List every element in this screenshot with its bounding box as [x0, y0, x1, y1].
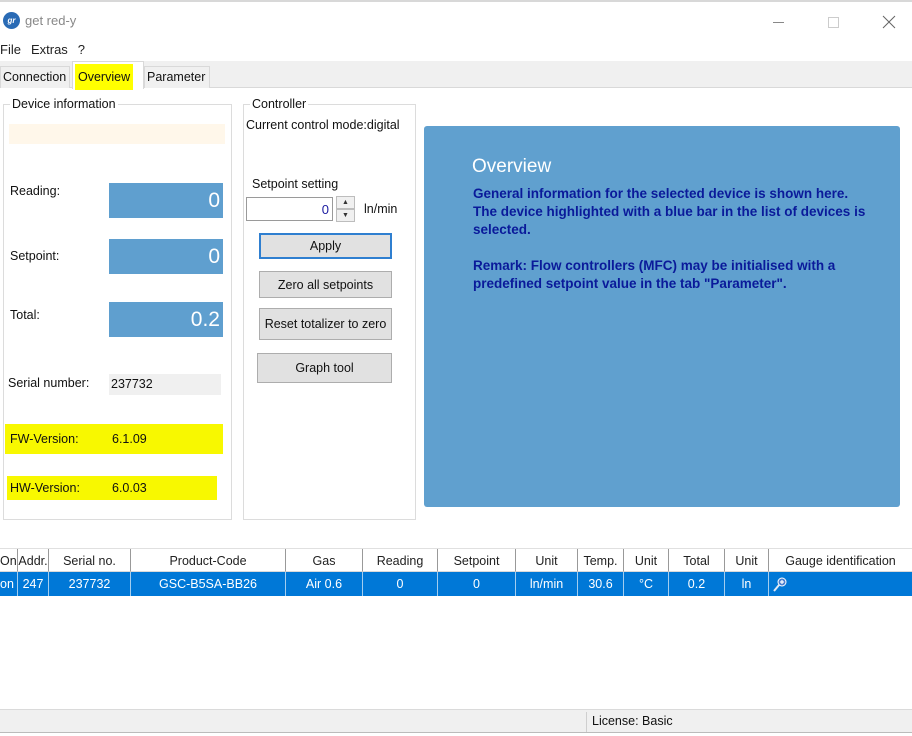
- cell-gas: Air 0.6: [286, 572, 363, 596]
- col-reading[interactable]: Reading: [363, 549, 438, 572]
- reading-label: Reading:: [10, 184, 61, 198]
- cell-on: on: [0, 572, 18, 596]
- menu-help[interactable]: ?: [78, 42, 91, 57]
- cell-unit-temp: °C: [624, 572, 669, 596]
- col-product-code[interactable]: Product-Code: [131, 549, 286, 572]
- title-bar: gr get red-y: [0, 0, 912, 38]
- cell-unit-total: ln: [725, 572, 769, 596]
- arrow-down-icon: ▼: [342, 212, 349, 219]
- table-header: On Addr. Serial no. Product-Code Gas Rea…: [0, 548, 912, 572]
- help-line-general: General information for the selected dev…: [473, 186, 849, 201]
- col-temp[interactable]: Temp.: [578, 549, 624, 572]
- cell-addr: 247: [18, 572, 49, 596]
- menu-extras[interactable]: Extras: [31, 42, 74, 57]
- setpoint-value: 0: [109, 239, 223, 274]
- fw-version-value: 6.1.09: [112, 432, 147, 446]
- spin-up-button[interactable]: ▲: [336, 196, 355, 209]
- col-gas[interactable]: Gas: [286, 549, 363, 572]
- tab-parameter[interactable]: Parameter: [144, 66, 210, 88]
- col-gauge-identification[interactable]: Gauge identification: [769, 549, 912, 572]
- cell-gauge-identification: [769, 572, 912, 596]
- arrow-up-icon: ▲: [342, 199, 349, 206]
- cell-serial: 237732: [49, 572, 131, 596]
- device-information-group: Device information Reading: 0 Setpoint: …: [3, 97, 232, 520]
- serial-number-label: Serial number:: [8, 376, 90, 390]
- fw-version-label: FW-Version:: [10, 432, 79, 446]
- help-body: General information for the selected dev…: [473, 185, 883, 293]
- zero-all-setpoints-button[interactable]: Zero all setpoints: [259, 271, 392, 298]
- reading-value: 0: [109, 183, 223, 218]
- cell-reading: 0: [363, 572, 438, 596]
- device-information-title: Device information: [10, 97, 118, 111]
- menu-bar: File Extras ?: [0, 38, 912, 60]
- overview-help-panel: Overview General information for the sel…: [424, 126, 900, 507]
- cell-product-code: GSC-B5SA-BB26: [131, 572, 286, 596]
- cell-setpoint: 0: [438, 572, 516, 596]
- spin-down-button[interactable]: ▼: [336, 209, 355, 222]
- maximize-button[interactable]: [810, 8, 856, 36]
- control-mode-text: Current control mode:digital: [246, 118, 400, 132]
- controller-title: Controller: [250, 97, 309, 111]
- device-name-strip: [9, 124, 225, 144]
- graph-tool-button[interactable]: Graph tool: [257, 353, 392, 383]
- setpoint-spinner: ▲ ▼: [336, 196, 355, 222]
- tab-connection[interactable]: Connection: [0, 66, 70, 88]
- cell-total: 0.2: [669, 572, 725, 596]
- hw-version-label: HW-Version:: [10, 481, 80, 495]
- controller-group: Controller Current control mode:digital …: [243, 97, 416, 520]
- tab-overview-label: Overview: [75, 64, 134, 90]
- status-bar: License: Basic: [0, 709, 912, 733]
- total-label: Total:: [10, 308, 40, 322]
- apply-button[interactable]: Apply: [259, 233, 392, 259]
- cell-temp: 30.6: [578, 572, 624, 596]
- serial-number-value: 237732: [109, 374, 221, 395]
- menu-file[interactable]: File: [0, 42, 27, 57]
- col-total[interactable]: Total: [669, 549, 725, 572]
- col-unit-temp[interactable]: Unit: [624, 549, 669, 572]
- status-separator: [586, 712, 587, 732]
- close-button[interactable]: [866, 8, 912, 36]
- total-value: 0.2: [109, 302, 223, 337]
- setpoint-input[interactable]: [246, 197, 333, 221]
- col-setpoint[interactable]: Setpoint: [438, 549, 516, 572]
- tab-strip: Connection Overview Parameter: [0, 61, 912, 90]
- help-line-selection: The device highlighted with a blue bar i…: [473, 204, 866, 237]
- setpoint-unit: ln/min: [364, 202, 398, 216]
- app-logo-icon: gr: [3, 12, 20, 29]
- table-row[interactable]: on 247 237732 GSC-B5SA-BB26 Air 0.6 0 0 …: [0, 572, 912, 596]
- tab-overview[interactable]: Overview: [72, 61, 144, 90]
- minimize-icon: [772, 21, 784, 23]
- hw-version-value: 6.0.03: [112, 481, 147, 495]
- col-unit-total[interactable]: Unit: [725, 549, 769, 572]
- col-addr[interactable]: Addr.: [18, 549, 49, 572]
- col-on[interactable]: On: [0, 549, 18, 572]
- license-status: License: Basic: [592, 714, 673, 728]
- zoom-in-icon[interactable]: [772, 577, 788, 592]
- cell-unit-flow: ln/min: [516, 572, 578, 596]
- minimize-button[interactable]: [755, 8, 801, 36]
- close-icon: [882, 15, 896, 29]
- reset-totalizer-button[interactable]: Reset totalizer to zero: [259, 308, 392, 340]
- help-title: Overview: [472, 156, 552, 177]
- setpoint-label: Setpoint:: [10, 249, 60, 263]
- window-title: get red-y: [25, 13, 77, 28]
- help-remark: Remark: Flow controllers (MFC) may be in…: [473, 258, 836, 291]
- maximize-icon: [827, 16, 839, 28]
- col-serial[interactable]: Serial no.: [49, 549, 131, 572]
- col-unit-flow[interactable]: Unit: [516, 549, 578, 572]
- setpoint-setting-label: Setpoint setting: [252, 177, 339, 191]
- device-table: On Addr. Serial no. Product-Code Gas Rea…: [0, 548, 912, 596]
